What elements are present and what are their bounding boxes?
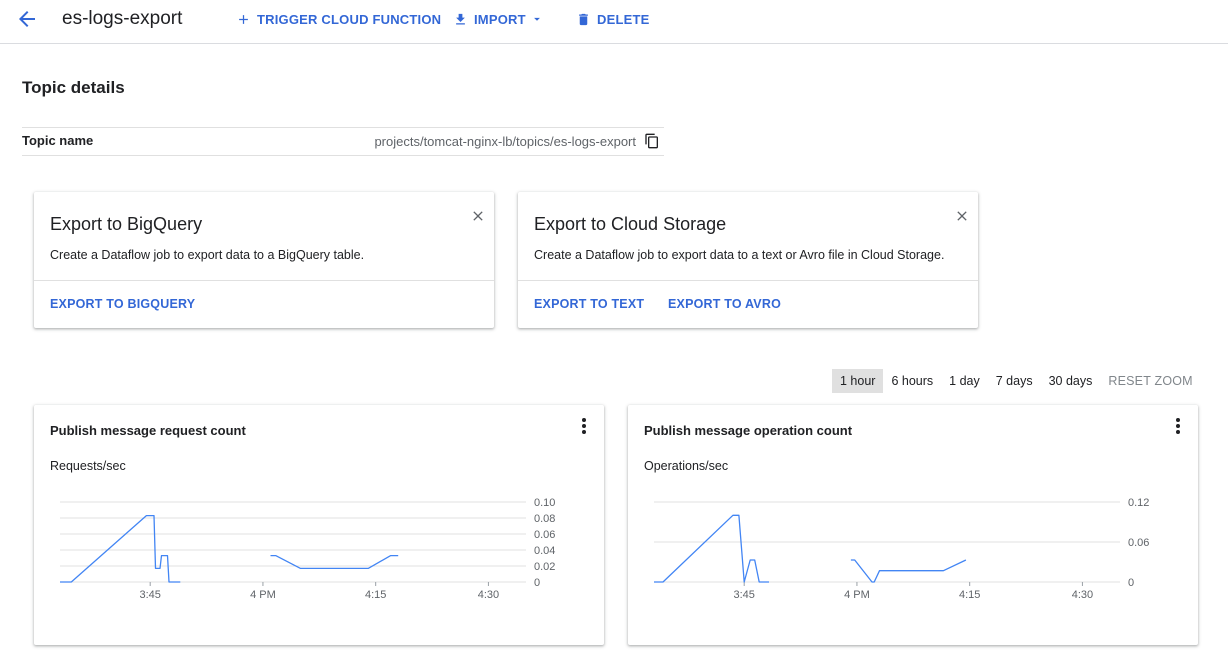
time-range-1-day[interactable]: 1 day xyxy=(941,369,988,393)
top-bar: es-logs-export TRIGGER CLOUD FUNCTION IM… xyxy=(0,0,1228,44)
export-to-text-link[interactable]: EXPORT TO TEXT xyxy=(534,297,644,311)
y-tick-label: 0.06 xyxy=(534,529,555,541)
download-icon xyxy=(456,13,465,24)
caret-down-icon xyxy=(533,17,540,21)
trigger-cloud-function-button[interactable]: TRIGGER CLOUD FUNCTION xyxy=(236,11,441,27)
export-bigquery-card: Export to BigQuery Create a Dataflow job… xyxy=(34,192,494,328)
close-icon[interactable] xyxy=(470,208,486,224)
x-tick-label: 4:30 xyxy=(1072,589,1093,601)
back-button[interactable] xyxy=(14,7,40,31)
series-line xyxy=(850,559,967,583)
time-range-1-hour[interactable]: 1 hour xyxy=(832,369,884,393)
y-tick-label: 0.12 xyxy=(1128,497,1149,509)
x-tick-label: 4:30 xyxy=(478,589,499,601)
export-cloud-storage-card: Export to Cloud Storage Create a Dataflo… xyxy=(518,192,978,328)
export-bigquery-description: Create a Dataflow job to export data to … xyxy=(50,248,365,262)
request-count-chart-card: Publish message request count Requests/s… xyxy=(34,405,604,645)
export-bigquery-title: Export to BigQuery xyxy=(50,214,203,234)
card-divider xyxy=(518,280,978,281)
export-to-avro-link[interactable]: EXPORT TO AVRO xyxy=(668,297,781,311)
close-icon[interactable] xyxy=(954,208,970,224)
topic-name-label: Topic name xyxy=(22,133,94,148)
x-tick-label: 4 PM xyxy=(844,589,870,601)
time-range-30-days[interactable]: 30 days xyxy=(1041,369,1101,393)
plus-icon xyxy=(239,14,248,24)
x-tick-label: 4:15 xyxy=(365,589,386,601)
topic-details-heading: Topic details xyxy=(22,78,125,97)
x-tick-label: 4:15 xyxy=(959,589,980,601)
reset-zoom-button[interactable]: RESET ZOOM xyxy=(1100,369,1200,393)
time-range-6-hours[interactable]: 6 hours xyxy=(883,369,941,393)
y-tick-label: 0.10 xyxy=(534,497,555,509)
series-line xyxy=(60,514,181,583)
trash-icon xyxy=(579,13,588,25)
page-title: es-logs-export xyxy=(62,8,183,29)
time-range-7-days[interactable]: 7 days xyxy=(988,369,1041,393)
card-divider xyxy=(34,280,494,281)
export-to-bigquery-link[interactable]: EXPORT TO BIGQUERY xyxy=(50,297,195,311)
time-range-selector: 1 hour 6 hours 1 day 7 days 30 days RESE… xyxy=(832,369,1201,393)
operation-count-chart: 0.12 0.06 0 3:45 4 PM 4:15 4:30 xyxy=(654,497,1149,601)
topic-name-value: projects/tomcat-nginx-lb/topics/es-logs-… xyxy=(374,134,636,149)
copy-icon[interactable] xyxy=(644,133,660,149)
operation-count-chart-card: Publish message operation count Operatio… xyxy=(628,405,1198,645)
arrow-back-icon xyxy=(19,11,35,27)
export-cloud-storage-description: Create a Dataflow job to export data to … xyxy=(534,248,945,262)
import-label: IMPORT xyxy=(474,11,526,27)
delete-button[interactable]: DELETE xyxy=(576,11,649,27)
import-button[interactable]: IMPORT xyxy=(453,11,544,27)
x-tick-label: 3:45 xyxy=(733,589,754,601)
x-tick-label: 4 PM xyxy=(250,589,276,601)
request-count-chart: 0.10 0.08 0.06 0.04 0.02 0 3:45 4 PM 4:15 4:30 xyxy=(60,497,555,601)
export-cloud-storage-title: Export to Cloud Storage xyxy=(534,214,727,234)
x-tick-label: 3:45 xyxy=(139,589,160,601)
y-tick-label: 0.06 xyxy=(1128,537,1149,549)
topic-name-row: Topic name projects/tomcat-nginx-lb/topi… xyxy=(22,127,664,156)
y-tick-label: 0.08 xyxy=(534,513,555,525)
y-tick-label: 0 xyxy=(1128,577,1134,589)
y-tick-label: 0.04 xyxy=(534,545,555,557)
delete-label: DELETE xyxy=(597,11,650,27)
trigger-cloud-function-label: TRIGGER CLOUD FUNCTION xyxy=(257,11,442,27)
series-line xyxy=(654,514,769,583)
y-tick-label: 0 xyxy=(534,577,540,589)
y-tick-label: 0.02 xyxy=(534,561,555,573)
